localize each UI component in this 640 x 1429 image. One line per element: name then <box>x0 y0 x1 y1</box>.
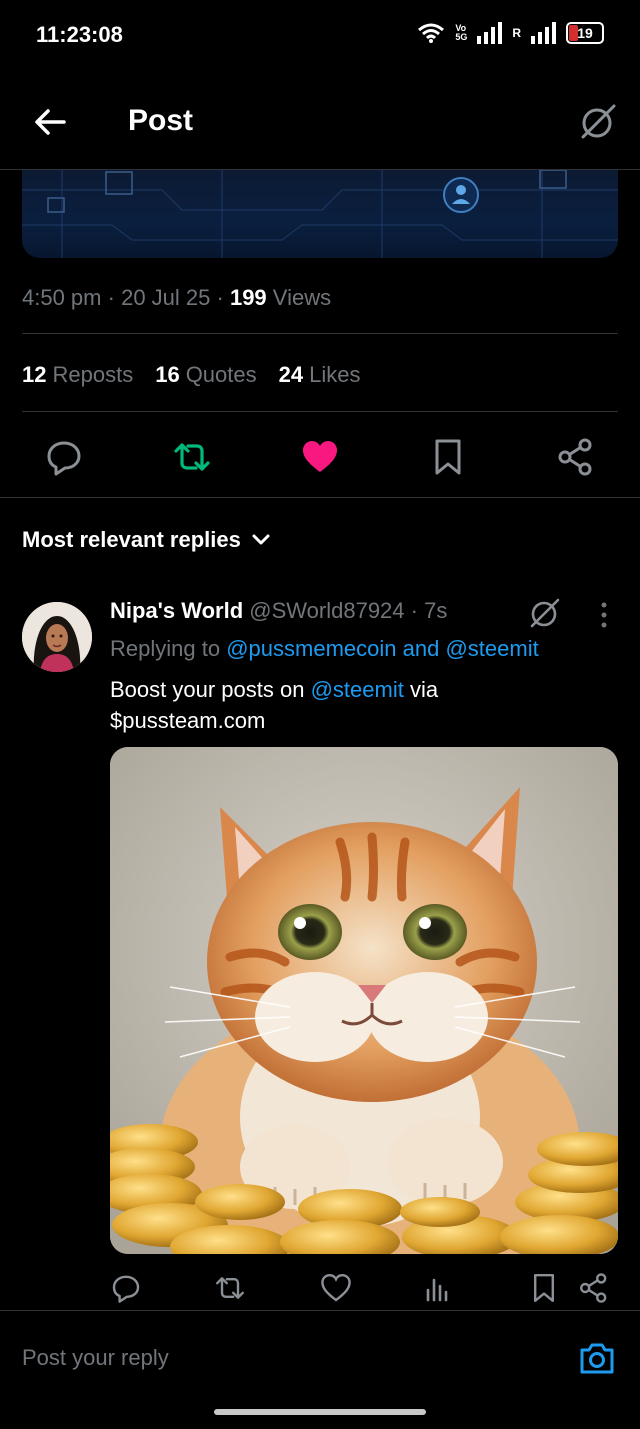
reply-more-button[interactable] <box>590 600 618 630</box>
cat-with-coins-image <box>110 747 618 1254</box>
quotes-stat[interactable]: 16 Quotes <box>155 362 256 388</box>
heart-icon <box>321 1273 351 1302</box>
post-media[interactable] <box>22 170 618 258</box>
reply-repost-button[interactable] <box>214 1272 246 1304</box>
reply-share-button[interactable] <box>578 1272 610 1304</box>
post-actions <box>0 433 640 481</box>
network-type: Vo 5G <box>455 23 468 42</box>
bookmark-icon <box>435 439 461 475</box>
replies-sort-label: Most relevant replies <box>22 527 241 552</box>
roaming-label: R <box>512 26 521 40</box>
back-button[interactable] <box>30 102 70 142</box>
post-meta: 4:50 pm · 20 Jul 25 · 199 Views <box>22 285 332 310</box>
signal-icon <box>477 22 503 44</box>
reply-actions <box>110 1270 618 1306</box>
signal-icon-2 <box>531 22 556 44</box>
circuit-image <box>22 170 618 258</box>
grok-button[interactable] <box>578 102 618 142</box>
arrow-left-icon <box>35 109 66 135</box>
reply-button[interactable] <box>44 437 84 477</box>
heart-filled-icon <box>303 441 337 472</box>
status-icons: Vo 5G R 19 <box>417 22 604 44</box>
divider <box>22 333 618 334</box>
post-date: 20 Jul 25 <box>121 285 211 310</box>
repost-icon <box>174 443 210 471</box>
views-count: 199 <box>229 285 267 310</box>
reply-like-button[interactable] <box>320 1272 352 1304</box>
reply-grok-button[interactable] <box>528 596 562 630</box>
wifi-icon <box>418 23 445 43</box>
chevron-down-icon <box>252 534 270 545</box>
reply-input[interactable]: Post your reply <box>22 1345 169 1371</box>
reposts-stat[interactable]: 12 Reposts <box>22 362 133 388</box>
status-time: 11:23:08 <box>36 22 123 47</box>
likes-stat[interactable]: 24 Likes <box>279 362 361 388</box>
reply-icon <box>47 441 81 476</box>
divider <box>0 497 640 498</box>
reply-handle[interactable]: @SWorld87924 <box>249 598 404 623</box>
reply-media-image[interactable] <box>110 747 618 1254</box>
replying-to: Replying to @pussmemecoin and @steemit <box>110 636 539 661</box>
battery-icon: 19 <box>566 22 604 44</box>
like-button[interactable] <box>300 437 340 477</box>
top-bar: Post <box>0 72 640 170</box>
views-label: Views <box>272 285 332 310</box>
bookmark-icon <box>534 1274 554 1302</box>
mention-link[interactable]: @pussmemecoin <box>226 636 396 661</box>
reply-icon <box>112 1275 140 1303</box>
page-title: Post <box>128 104 194 137</box>
share-button[interactable] <box>556 437 596 477</box>
home-indicator[interactable] <box>214 1409 426 1415</box>
reply-display-name[interactable]: Nipa's World <box>110 598 243 623</box>
status-bar: 11:23:08 Vo 5G R 19 <box>0 0 640 72</box>
mention-link[interactable]: @steemit <box>445 636 538 661</box>
share-icon <box>580 1273 607 1303</box>
reply-age: 7s <box>424 598 448 623</box>
more-vertical-icon <box>601 602 607 628</box>
grok-icon <box>581 104 616 139</box>
battery-level: 19 <box>577 25 593 41</box>
share-icon <box>558 438 592 476</box>
repost-icon <box>216 1277 244 1299</box>
reply-comment-button[interactable] <box>110 1272 142 1304</box>
camera-icon <box>580 1343 614 1374</box>
grok-icon <box>530 598 560 628</box>
reply-views-button[interactable] <box>422 1272 454 1304</box>
analytics-icon <box>426 1278 448 1302</box>
divider <box>22 411 618 412</box>
replies-sort-dropdown[interactable]: Most relevant replies <box>22 527 271 553</box>
avatar-image <box>22 602 92 672</box>
mention-link[interactable]: @steemit <box>311 677 404 702</box>
bookmark-button[interactable] <box>428 437 468 477</box>
repost-button[interactable] <box>172 437 212 477</box>
post-time: 4:50 pm <box>22 285 102 310</box>
reply-header: Nipa's World @SWorld87924 · 7s <box>110 598 448 623</box>
reply-text: Boost your posts on @steemit via $pusste… <box>110 677 439 733</box>
reply-composer: Post your reply <box>0 1310 640 1429</box>
avatar[interactable] <box>22 602 92 672</box>
camera-button[interactable] <box>578 1339 616 1377</box>
post-stats: 12 Reposts 16 Quotes 24 Likes <box>22 362 360 388</box>
reply-bookmark-button[interactable] <box>528 1272 560 1304</box>
